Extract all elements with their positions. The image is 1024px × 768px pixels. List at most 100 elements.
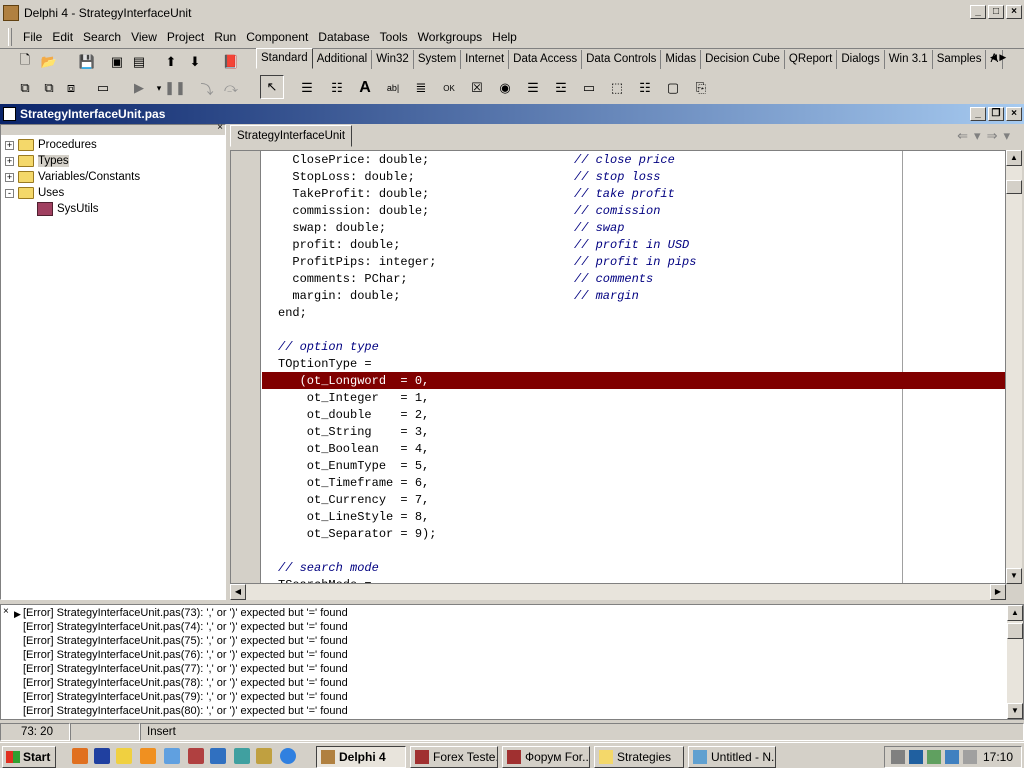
help-book-icon[interactable]: 📕 [220, 51, 242, 73]
palette-tab-standard[interactable]: Standard [256, 48, 313, 69]
error-message[interactable]: [Error] StrategyInterfaceUnit.pas(73): '… [23, 606, 348, 620]
error-message[interactable]: [Error] StrategyInterfaceUnit.pas(77): '… [23, 662, 348, 676]
palette-tab-win32[interactable]: Win32 [372, 50, 414, 69]
view-unit-icon[interactable]: ⧉ [14, 77, 36, 99]
scroll-down-icon[interactable]: ▼ [1006, 568, 1022, 584]
forward-dropdown-icon[interactable]: ▾ [1003, 128, 1016, 143]
network-tray-icon[interactable] [927, 750, 941, 764]
tray-app-icon[interactable] [909, 750, 923, 764]
code-line[interactable]: comments: PChar; // comments [278, 271, 653, 288]
palette-tab-samples[interactable]: Samples [933, 50, 987, 69]
code-line[interactable]: commission: double; // comission [278, 203, 660, 220]
tab-strategyinterfaceunit[interactable]: StrategyInterfaceUnit [230, 125, 353, 147]
editor-close-button[interactable]: × [1006, 107, 1022, 121]
label-component-icon[interactable]: A [354, 77, 376, 99]
checkbox-component-icon[interactable]: ☒ [466, 77, 488, 99]
error-message[interactable]: [Error] StrategyInterfaceUnit.pas(75): '… [23, 634, 348, 648]
menu-workgroups[interactable]: Workgroups [413, 30, 487, 44]
pointer-icon[interactable]: ↖ [260, 75, 284, 99]
code-line[interactable]: ot_String = 3, [278, 424, 429, 441]
menu-run[interactable]: Run [209, 30, 241, 44]
quicklaunch-app-icon[interactable] [94, 748, 110, 764]
collapse-icon[interactable]: - [5, 188, 14, 198]
menu-component[interactable]: Component [241, 30, 313, 44]
groupbox-component-icon[interactable]: ⬚ [606, 77, 628, 99]
palette-scroll-icon[interactable]: ◀ ▶ [990, 52, 1006, 63]
error-message[interactable]: [Error] StrategyInterfaceUnit.pas(79): '… [23, 690, 348, 704]
messages-scrollbar[interactable]: ▲ ▼ [1007, 605, 1023, 719]
menu-view[interactable]: View [126, 30, 162, 44]
menu-tools[interactable]: Tools [375, 30, 413, 44]
back-dropdown-icon[interactable]: ▾ [974, 128, 987, 143]
add-file-icon[interactable]: ⬆ [160, 51, 182, 73]
palette-tab-additional[interactable]: Additional [313, 50, 373, 69]
actionlist-component-icon[interactable]: ⎘ [690, 77, 712, 99]
palette-tab-system[interactable]: System [414, 50, 462, 69]
menu-help[interactable]: Help [487, 30, 522, 44]
trace-into-icon[interactable]: ⤵ [196, 77, 218, 99]
step-over-icon[interactable]: ⤼ [220, 77, 242, 99]
language-icon[interactable] [945, 750, 959, 764]
palette-tab-dialogs[interactable]: Dialogs [837, 50, 885, 69]
code-line[interactable]: ot_Timeframe = 6, [278, 475, 429, 492]
code-line[interactable]: ot_Separator = 9); [278, 526, 437, 543]
pause-icon[interactable]: ❚❚ [164, 77, 186, 99]
code-editor[interactable]: ClosePrice: double; // close price StopLo… [230, 150, 1006, 584]
palette-tab-win31[interactable]: Win 3.1 [885, 50, 933, 69]
palette-tab-data-access[interactable]: Data Access [509, 50, 583, 69]
task-strategies[interactable]: Strategies [594, 746, 684, 768]
palette-tab-qreport[interactable]: QReport [785, 50, 838, 69]
error-message[interactable]: [Error] StrategyInterfaceUnit.pas(78): '… [23, 676, 348, 690]
code-line[interactable]: margin: double; // margin [278, 288, 638, 305]
error-message[interactable]: [Error] StrategyInterfaceUnit.pas(74): '… [23, 620, 348, 634]
code-line[interactable]: profit: double; // profit in USD [278, 237, 689, 254]
code-line[interactable]: ot_Boolean = 4, [278, 441, 429, 458]
network-icon[interactable] [234, 748, 250, 764]
tree-item-procedures[interactable]: + Procedures [5, 137, 97, 153]
code-line[interactable]: ot_EnumType = 5, [278, 458, 429, 475]
code-line[interactable]: ot_Currency = 7, [278, 492, 429, 509]
menu-database[interactable]: Database [313, 30, 374, 44]
radiogroup-component-icon[interactable]: ☷ [634, 77, 656, 99]
edit-component-icon[interactable]: ab| [382, 77, 404, 99]
run-icon[interactable]: ▶ [128, 77, 150, 99]
memo-component-icon[interactable]: ≣ [410, 77, 432, 99]
new-form-icon[interactable]: ▭ [92, 77, 114, 99]
mainmenu-component-icon[interactable]: ☰ [296, 77, 318, 99]
button-component-icon[interactable]: OK [438, 77, 460, 99]
code-line[interactable]: StopLoss: double; // stop loss [278, 169, 660, 186]
messages-scroll-up-icon[interactable]: ▲ [1007, 605, 1023, 621]
task-notepad[interactable]: Untitled - N... [688, 746, 776, 768]
messages-close-icon[interactable]: × [3, 606, 9, 617]
remove-file-icon[interactable]: ⬇ [184, 51, 206, 73]
scroll-right-icon[interactable]: ▶ [990, 584, 1006, 600]
new-file-icon[interactable]: 🗋 [14, 51, 36, 73]
tree-item-types[interactable]: + Types [5, 153, 69, 169]
save-icon[interactable]: 💾 [76, 51, 98, 73]
code-line[interactable]: ot_Integer = 1, [278, 390, 429, 407]
toggle-form-icon[interactable]: ⧈ [60, 77, 82, 99]
scrollbar-component-icon[interactable]: ▭ [578, 77, 600, 99]
palette-tab-data-controls[interactable]: Data Controls [582, 50, 662, 69]
maximize-button[interactable]: □ [988, 5, 1004, 19]
outlook-icon[interactable] [164, 748, 180, 764]
palette-tab-internet[interactable]: Internet [461, 50, 510, 69]
menu-edit[interactable]: Edit [47, 30, 78, 44]
messages-panel[interactable]: × ▶ ▲ ▼ [Error] StrategyInterfaceUnit.pa… [0, 604, 1024, 720]
code-line[interactable]: ProfitPips: integer; // profit in pips [278, 254, 696, 271]
open-icon[interactable]: 📂 [38, 51, 60, 73]
scroll-left-icon[interactable]: ◀ [230, 584, 246, 600]
media-player-icon[interactable] [140, 748, 156, 764]
start-button[interactable]: Start [2, 746, 56, 768]
code-line[interactable]: (ot_Longword = 0, [278, 373, 430, 390]
scroll-up-icon[interactable]: ▲ [1006, 150, 1022, 166]
messages-scroll-down-icon[interactable]: ▼ [1007, 703, 1023, 719]
error-message[interactable]: [Error] StrategyInterfaceUnit.pas(76): '… [23, 648, 348, 662]
panel-component-icon[interactable]: ▢ [662, 77, 684, 99]
editor-horizontal-scrollbar[interactable]: ◀ ▶ [230, 584, 1006, 600]
ie-icon[interactable] [280, 748, 296, 764]
volume-icon[interactable] [891, 750, 905, 764]
code-line[interactable]: ot_LineStyle = 8, [278, 509, 429, 526]
task-forex-tester[interactable]: Forex Teste... [410, 746, 498, 768]
scroll-thumb[interactable] [1006, 180, 1022, 194]
